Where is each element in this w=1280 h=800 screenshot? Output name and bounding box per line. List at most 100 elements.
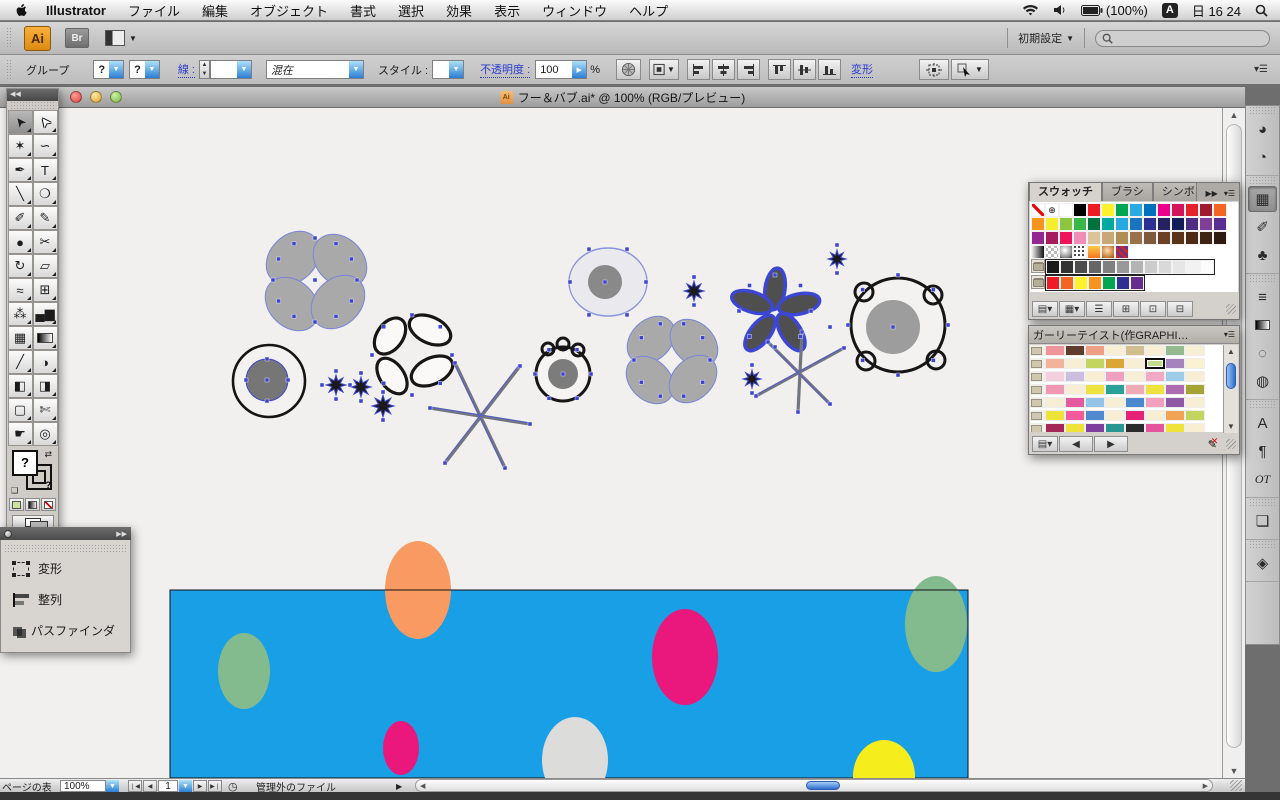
pen-tool[interactable]: ✒ [7,158,33,182]
library-swatch[interactable] [1185,345,1205,356]
swatch[interactable] [1116,276,1130,290]
isolate-selected-object-button[interactable] [918,59,949,80]
tab-align[interactable]: 整列 [1,584,130,615]
swap-fill-stroke-icon[interactable]: ⇄ [44,449,52,460]
library-swatch[interactable] [1145,358,1165,369]
previous-artboard-button[interactable]: ◀ [143,780,157,792]
first-artboard-button[interactable]: ❘◀ [128,780,142,792]
library-swatch[interactable] [1145,397,1165,408]
stroke-weight-dropdown[interactable]: ▼ [209,60,252,79]
battery-indicator[interactable]: (100%) [1080,3,1148,18]
swatch[interactable] [1129,217,1143,231]
library-swatch[interactable] [1065,371,1085,382]
tool-palette-collapse[interactable]: ◀◀ [7,89,58,101]
swatch[interactable] [1143,203,1157,217]
color-group-folder-icon[interactable] [1030,358,1045,369]
panel-collapse-icon[interactable]: ▶▶ [1206,189,1218,198]
library-swatch[interactable] [1085,410,1105,421]
library-swatch[interactable] [1125,384,1145,395]
last-artboard-button[interactable]: ▶❘ [208,780,222,792]
library-swatch[interactable] [1105,371,1125,382]
spotlight-icon[interactable] [1255,4,1268,17]
floating-panel-header[interactable]: ▶▶ [0,527,131,540]
library-swatch[interactable] [1105,397,1125,408]
library-scrollbar[interactable]: ▲ ▼ [1223,345,1238,433]
gradient-panel-icon[interactable] [1248,312,1277,338]
library-swatch[interactable] [1045,371,1065,382]
menu-item[interactable]: オブジェクト [250,1,328,20]
align-right-button[interactable] [736,59,760,80]
live-paint-selection-tool[interactable]: ◨ [32,374,58,398]
color-mode-button[interactable] [9,498,24,511]
stroke-weight-stepper[interactable]: ▲ ▼ [198,60,210,79]
line-segment-tool[interactable]: ╲ [7,182,33,206]
swatch[interactable] [1199,217,1213,231]
swatch[interactable] [1115,217,1129,231]
library-swatch[interactable] [1185,410,1205,421]
next-library-button[interactable]: ▶ [1094,436,1128,452]
swatch[interactable] [1088,276,1102,290]
none-mode-button[interactable] [41,498,56,511]
swatch[interactable] [1031,217,1045,231]
swatch[interactable] [1213,217,1227,231]
swatch[interactable] [1087,245,1101,259]
library-swatch[interactable] [1145,384,1165,395]
scroll-down-arrow[interactable]: ▼ [1227,766,1241,776]
fill-indicator[interactable]: ? [12,450,38,476]
swatch[interactable] [1073,203,1087,217]
library-swatch[interactable] [1185,358,1205,369]
swatches-panel-icon[interactable]: ▦ [1248,186,1277,212]
library-swatch[interactable] [1085,397,1105,408]
swatch[interactable] [1060,276,1074,290]
brushes-panel-icon[interactable]: ✐ [1248,214,1277,240]
opentype-panel-icon[interactable]: OT [1248,466,1277,492]
apple-menu-icon[interactable] [14,3,28,17]
panel-collapse-icon[interactable]: ▶▶ [116,530,127,538]
status-expand-arrow[interactable]: ▶ [396,780,402,792]
delete-swatch-button[interactable]: ⊟ [1167,301,1193,317]
library-swatch[interactable] [1065,345,1085,356]
menu-item[interactable]: 書式 [350,1,376,20]
arrange-documents-button[interactable]: ▼ [105,30,137,46]
artboard[interactable] [169,541,969,778]
library-swatch[interactable] [1185,371,1205,382]
swatch[interactable] [1129,231,1143,245]
swatch[interactable] [1045,217,1059,231]
tool-palette-grip[interactable] [9,102,56,109]
library-swatch[interactable] [1165,345,1185,356]
blend-tool[interactable]: ◑ [32,350,58,374]
zoom-window-button[interactable] [110,91,122,103]
panel-grip[interactable] [3,545,128,552]
color-group-folder-icon[interactable] [1030,345,1045,356]
zoom-level-dropdown[interactable]: 100% ▼ [60,780,119,792]
next-artboard-button[interactable]: ▶ [193,780,207,792]
align-bottom-button[interactable] [817,59,841,80]
width-tool[interactable]: ≈ [7,278,33,302]
library-swatch[interactable] [1065,410,1085,421]
color-group-folder-icon[interactable] [1030,423,1045,432]
library-swatch[interactable] [1065,397,1085,408]
panel-resize-grip[interactable] [1226,304,1236,314]
library-swatch[interactable] [1105,345,1125,356]
color-group-folder-icon[interactable] [1031,275,1045,289]
input-method-badge[interactable]: A [1161,2,1178,18]
swatch[interactable] [1185,203,1199,217]
tab-pathfinder[interactable]: パスファインダ [1,615,130,646]
horizontal-scrollbar[interactable]: ◀ ▶ [415,779,1213,792]
library-swatch[interactable] [1125,397,1145,408]
swatch[interactable] [1213,231,1227,245]
swatch[interactable] [1186,260,1200,274]
swatch[interactable] [1045,231,1059,245]
color-group-folder-icon[interactable] [1030,397,1045,408]
swatch[interactable] [1199,231,1213,245]
library-swatch[interactable] [1185,397,1205,408]
select-similar-objects-button[interactable]: ▼ [950,59,989,80]
menu-item[interactable]: 表示 [494,1,520,20]
default-fill-stroke-icon[interactable]: ❑ [11,486,18,495]
library-swatch[interactable] [1065,384,1085,395]
color-guide-panel-icon[interactable]: ◔ [1248,144,1277,170]
tab-symbols[interactable]: シンボル [1152,183,1197,201]
magic-wand-tool[interactable]: ✶ [7,134,33,158]
search-input[interactable] [1095,29,1270,47]
dock-grip[interactable] [1248,401,1277,408]
